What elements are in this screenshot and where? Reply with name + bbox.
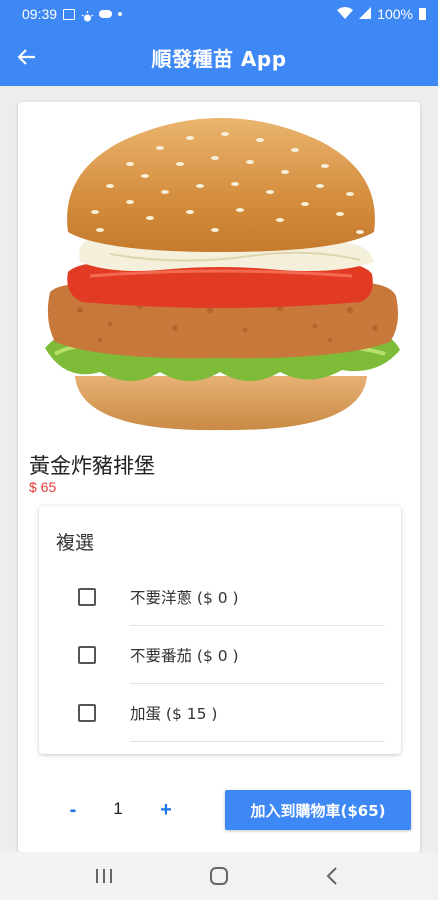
option-label: 不要番茄 ($ 0 ): [130, 647, 239, 665]
option-label: 不要洋蔥 ($ 0 ): [130, 589, 239, 607]
divider: [130, 741, 385, 742]
add-to-cart-button[interactable]: 加入到購物車($65): [225, 790, 411, 830]
page-title: 順發種苗 App: [151, 46, 287, 71]
back-button[interactable]: [10, 40, 44, 74]
options-card: 複選 不要洋蔥 ($ 0 ) 不要番茄 ($ 0 ) 加蛋 ($ 15 ): [39, 506, 401, 754]
status-bar: 09:39 100%: [0, 0, 438, 28]
checkbox-no-tomato[interactable]: [78, 646, 96, 664]
option-label: 加蛋 ($ 15 ): [130, 705, 218, 723]
recent-apps-icon[interactable]: [92, 864, 116, 888]
product-card: 黃金炸豬排堡 $ 65 複選 不要洋蔥 ($ 0 ) 不要番茄 ($ 0 ) 加…: [18, 102, 420, 852]
weather-notification-icon: [81, 9, 94, 21]
product-name: 黃金炸豬排堡: [29, 454, 155, 478]
product-image: [45, 118, 400, 431]
arrow-left-icon: [18, 49, 35, 65]
status-right: 100%: [337, 6, 426, 22]
quantity-value: 1: [113, 799, 123, 818]
quantity-increase-button[interactable]: +: [151, 797, 181, 823]
checkbox-add-egg[interactable]: [78, 704, 96, 722]
option-no-onion[interactable]: 不要洋蔥 ($ 0 ): [39, 568, 401, 626]
signal-icon: [359, 6, 372, 22]
checkbox-no-onion[interactable]: [78, 588, 96, 606]
home-icon[interactable]: [207, 864, 231, 888]
cloud-icon: [99, 10, 113, 18]
product-price: $ 65: [29, 479, 57, 495]
battery-icon: [419, 8, 426, 20]
option-no-tomato[interactable]: 不要番茄 ($ 0 ): [39, 626, 401, 684]
quantity-decrease-button[interactable]: -: [58, 797, 88, 823]
status-time: 09:39: [22, 6, 58, 22]
option-add-egg[interactable]: 加蛋 ($ 15 ): [39, 684, 401, 742]
app-bar: 順發種苗 App: [0, 28, 438, 86]
options-title: 複選: [56, 532, 95, 554]
image-notification-icon: [63, 8, 76, 20]
chevron-left-icon[interactable]: [321, 864, 345, 888]
wifi-icon: [337, 6, 354, 22]
battery-percentage: 100%: [377, 6, 413, 22]
more-notifications-icon: [118, 12, 123, 16]
status-left: 09:39: [22, 6, 123, 22]
system-nav-bar: [0, 852, 438, 900]
